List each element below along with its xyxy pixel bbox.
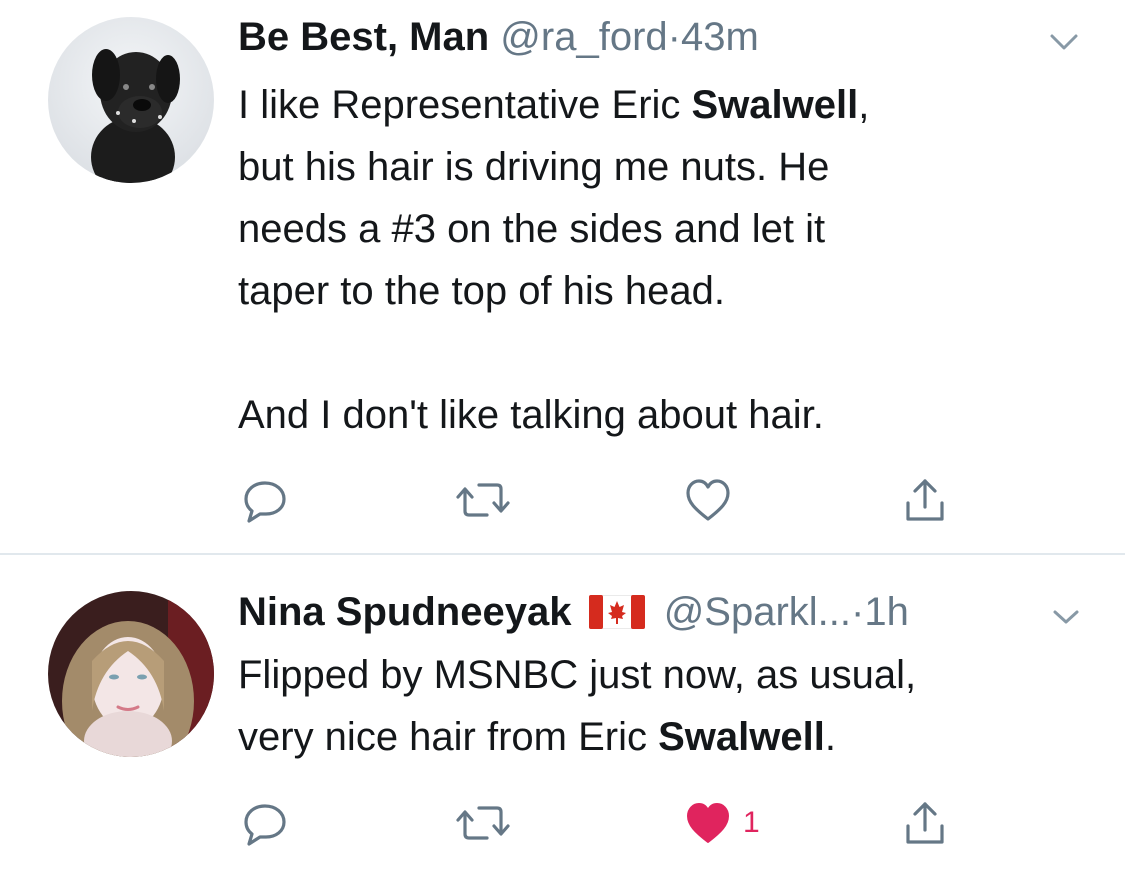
tweet-text-line: Flipped by MSNBC just now, as usual, xyxy=(238,653,917,697)
tweet-text-line: needs a #3 on the sides and let it xyxy=(238,207,826,251)
tweet-text-line: but his hair is driving me nuts. He xyxy=(238,145,830,189)
share-icon xyxy=(906,479,944,521)
timestamp[interactable]: 43m xyxy=(681,15,759,59)
tweet-text: Flipped by MSNBC just now, as usual, ver… xyxy=(238,644,916,768)
share-button[interactable] xyxy=(900,793,950,853)
text-run: , xyxy=(858,83,870,127)
tweet-header: Nina Spudneeyak @Sparkl...·1h xyxy=(238,589,909,635)
tweet-text-line: And I don't like talking about hair. xyxy=(238,393,824,437)
like-count: 1 xyxy=(743,806,760,839)
highlighted-term: Swalwell xyxy=(691,83,859,127)
highlighted-term: Swalwell xyxy=(658,715,825,759)
share-icon xyxy=(906,802,944,844)
text-run: very nice hair from Eric xyxy=(238,715,659,759)
user-handle[interactable]: @ra_ford xyxy=(500,15,667,59)
avatar[interactable] xyxy=(48,17,214,183)
tweet[interactable]: Nina Spudneeyak @Sparkl...·1h Flipped by… xyxy=(0,556,1125,878)
display-name[interactable]: Be Best, Man xyxy=(238,15,489,59)
tweet-header: Be Best, Man @ra_ford·43m xyxy=(238,14,759,60)
tweet[interactable]: Be Best, Man @ra_ford·43m I like Represe… xyxy=(0,0,1125,554)
timestamp[interactable]: 1h xyxy=(864,590,909,634)
like-button[interactable]: 1 xyxy=(683,793,760,853)
reply-icon xyxy=(244,481,286,523)
divider xyxy=(0,553,1125,555)
display-name[interactable]: Nina Spudneeyak xyxy=(238,590,571,634)
chevron-down-icon[interactable] xyxy=(1046,597,1086,637)
heart-filled-icon xyxy=(687,803,729,843)
canada-flag-icon xyxy=(588,594,646,630)
text-run: I like Representative Eric xyxy=(238,83,692,127)
heart-icon xyxy=(686,479,730,521)
retweet-button[interactable] xyxy=(453,470,513,530)
tweet-actions xyxy=(0,470,1125,530)
chevron-down-icon[interactable] xyxy=(1044,22,1084,62)
share-button[interactable] xyxy=(900,470,950,530)
retweet-button[interactable] xyxy=(453,793,513,853)
reply-icon xyxy=(244,804,286,846)
tweet-text: I like Representative Eric Swalwell, but… xyxy=(238,74,869,446)
separator-dot: · xyxy=(851,590,865,634)
separator-dot: · xyxy=(667,15,681,59)
reply-button[interactable] xyxy=(240,793,290,853)
avatar[interactable] xyxy=(48,591,214,757)
reply-button[interactable] xyxy=(240,470,290,530)
tweet-actions: 1 xyxy=(0,793,1125,853)
like-button[interactable] xyxy=(683,470,733,530)
user-handle[interactable]: @Sparkl... xyxy=(664,590,851,634)
retweet-icon xyxy=(456,806,510,840)
retweet-icon xyxy=(456,483,510,517)
tweet-text-line: I like Representative Eric Swalwell, xyxy=(238,74,869,136)
tweet-text-line: taper to the top of his head. xyxy=(238,269,726,313)
text-run: . xyxy=(824,715,836,759)
tweet-text-line: very nice hair from Eric Swalwell. xyxy=(238,706,916,768)
